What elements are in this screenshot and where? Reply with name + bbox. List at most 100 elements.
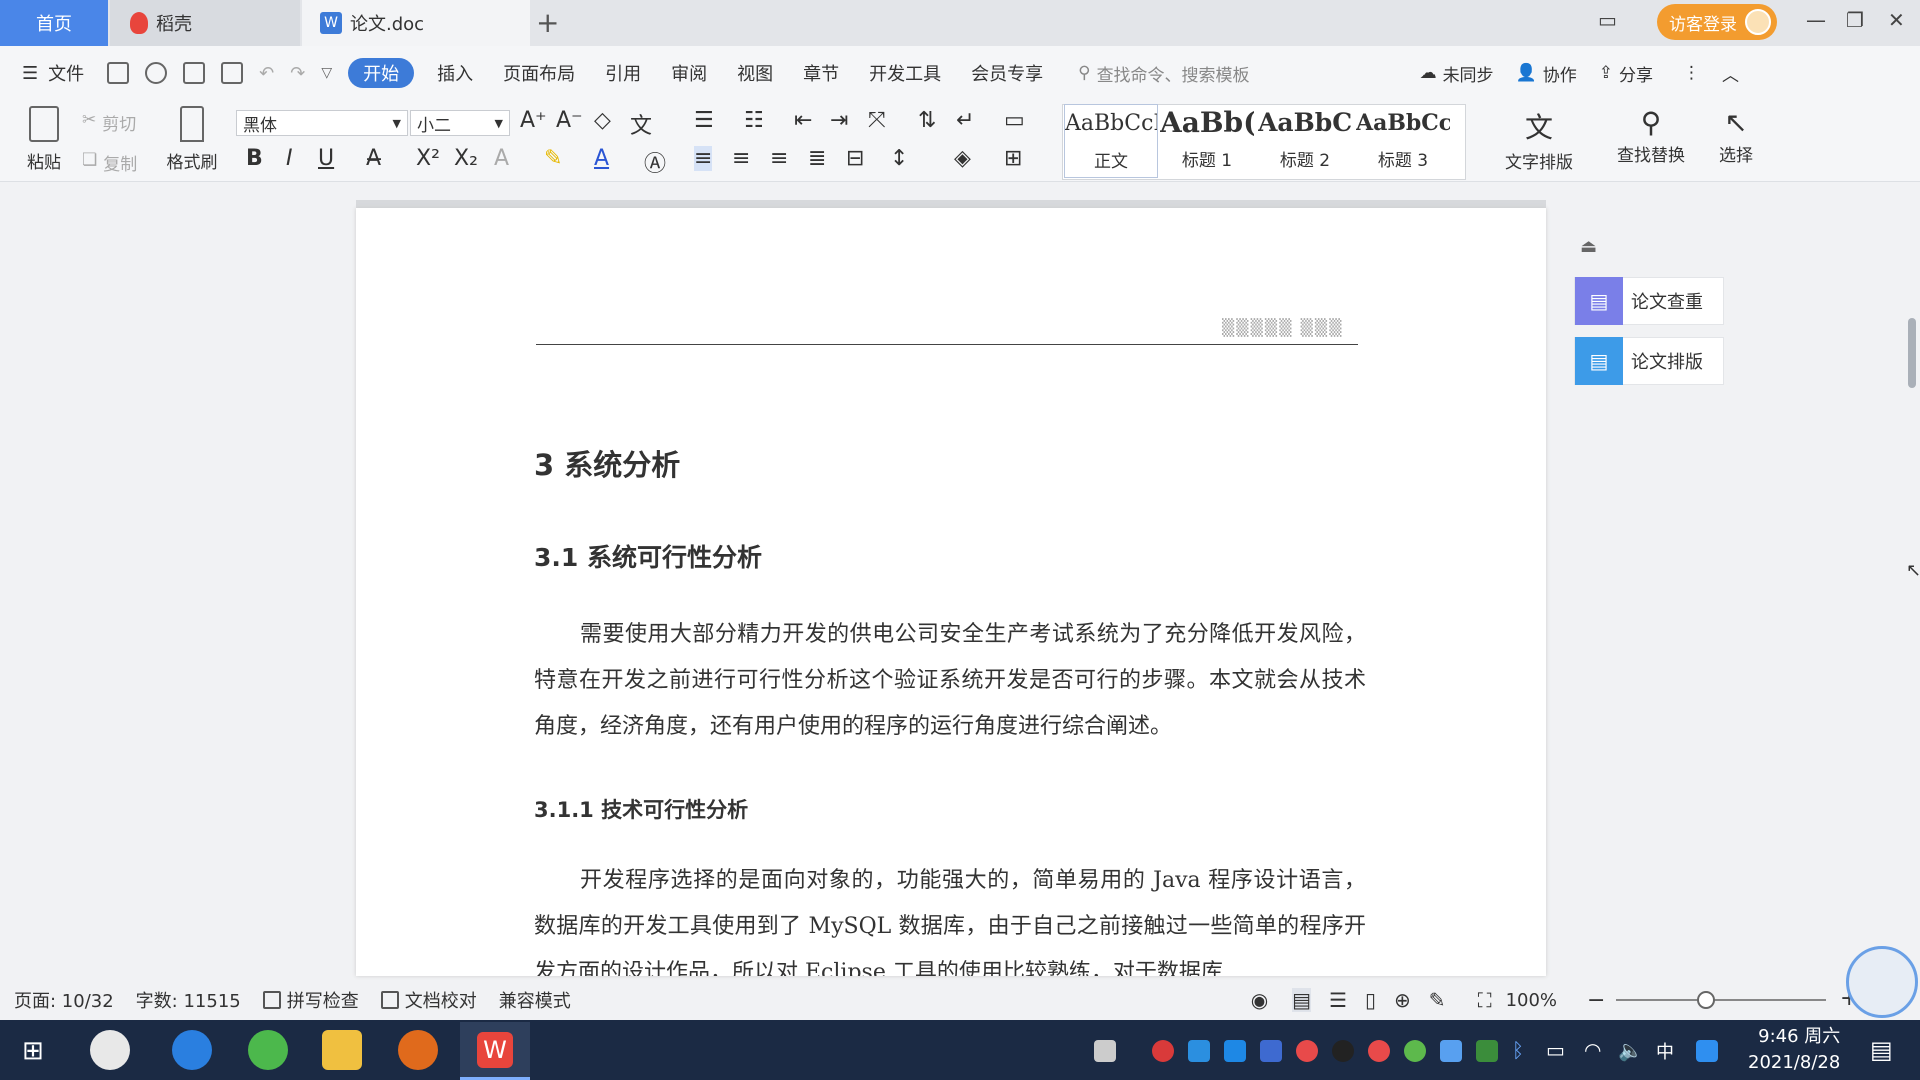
outline-view-icon[interactable]: ☰ — [1329, 988, 1347, 1012]
write-view-icon[interactable]: ✎ — [1429, 988, 1446, 1012]
tray-app-icon[interactable] — [1404, 1040, 1426, 1062]
wifi-icon[interactable]: ◠ — [1584, 1038, 1601, 1062]
highlight-icon[interactable]: ✎ — [544, 146, 562, 171]
tray-keyboard-icon[interactable] — [1094, 1040, 1116, 1062]
undo-icon[interactable]: ↶ — [259, 63, 274, 84]
tab-home[interactable]: 首页 — [0, 0, 108, 46]
bold-icon[interactable]: B — [246, 146, 263, 171]
reading-view-icon[interactable]: ▯ — [1365, 988, 1376, 1012]
tray-app-icon[interactable] — [1188, 1040, 1210, 1062]
menu-item-page-layout[interactable]: 页面布局 — [488, 58, 590, 88]
sort-icon[interactable]: ⇅ — [918, 108, 936, 133]
text-effect-icon[interactable]: A — [494, 146, 509, 171]
menu-item-chapter[interactable]: 章节 — [788, 58, 854, 88]
style-heading-3[interactable]: AaBbCcl 标题 3 — [1356, 104, 1450, 178]
sync-button[interactable]: ☁ 未同步 — [1420, 61, 1494, 86]
word-count[interactable]: 字数: 11515 — [136, 987, 241, 1013]
tray-app-icon[interactable] — [1440, 1040, 1462, 1062]
style-normal[interactable]: AaBbCcI 正文 — [1064, 104, 1158, 178]
eye-protection-icon[interactable]: ◉ — [1251, 988, 1268, 1012]
distribute-icon[interactable]: ⊟ — [846, 146, 864, 171]
paper-layout-button[interactable]: ▤ 论文排版 — [1574, 337, 1724, 385]
menu-item-member[interactable]: 会员专享 — [956, 58, 1058, 88]
paper-check-button[interactable]: ▤ 论文查重 — [1574, 277, 1724, 325]
media-app-icon[interactable] — [398, 1030, 438, 1070]
close-icon[interactable]: ✕ — [1888, 8, 1905, 32]
clear-format-icon[interactable]: ◇ — [594, 108, 611, 133]
strikethrough-icon[interactable]: A̶ — [366, 146, 381, 171]
menu-item-developer[interactable]: 开发工具 — [854, 58, 956, 88]
font-size-select[interactable]: 小二 ▼ — [410, 110, 510, 136]
justify-icon[interactable]: ≣ — [808, 146, 826, 171]
outdent-icon[interactable]: ⇤ — [794, 108, 812, 133]
font-family-select[interactable]: 黑体 ▼ — [236, 110, 408, 136]
command-search[interactable]: ⚲ 查找命令、搜索模板 — [1078, 61, 1249, 86]
style-heading-2[interactable]: AaBbC 标题 2 — [1258, 104, 1352, 178]
ime-indicator[interactable]: 中 — [1656, 1038, 1674, 1064]
tray-app-icon[interactable] — [1368, 1040, 1390, 1062]
layout-icon[interactable]: ▭ — [1598, 8, 1617, 32]
floating-assistant-icon[interactable] — [1846, 946, 1918, 1018]
login-button[interactable]: 访客登录 — [1657, 4, 1777, 40]
scrollbar-thumb[interactable] — [1908, 318, 1916, 388]
bullet-list-icon[interactable]: ☰ — [694, 108, 714, 133]
fit-page-icon[interactable]: ⛶ — [1478, 988, 1492, 1012]
shading-icon[interactable]: ◈ — [954, 146, 971, 171]
find-replace-button[interactable]: ⚲ 查找替换 — [1606, 106, 1696, 166]
tray-app-icon[interactable] — [1296, 1040, 1318, 1062]
notification-icon[interactable]: ▤ — [1870, 1036, 1893, 1064]
superscript-icon[interactable]: X² — [416, 146, 440, 171]
align-center-icon[interactable]: ≡ — [732, 146, 750, 171]
tray-nvidia-icon[interactable] — [1476, 1040, 1498, 1062]
style-heading-1[interactable]: AaBb(标题 1 — [1160, 104, 1254, 178]
clock[interactable]: 9:46 周六 2021/8/28 — [1748, 1024, 1840, 1076]
restore-icon[interactable]: ❐ — [1846, 8, 1864, 32]
phonetic-icon[interactable]: 文 — [630, 108, 652, 140]
tray-qq-icon[interactable] — [1332, 1040, 1354, 1062]
file-menu[interactable]: ☰ 文件 — [0, 58, 99, 88]
save-icon[interactable] — [107, 62, 130, 84]
char-border-icon[interactable]: Ⓐ — [644, 146, 666, 178]
tab-document[interactable]: W 论文.doc — [302, 0, 530, 46]
numbered-list-icon[interactable]: ☷ — [744, 108, 764, 133]
subscript-icon[interactable]: X₂ — [454, 146, 478, 171]
tray-shield-icon[interactable] — [1260, 1040, 1282, 1062]
align-left-icon[interactable]: ≡ — [694, 146, 713, 171]
menu-item-insert[interactable]: 插入 — [422, 58, 488, 88]
cut-button[interactable]: ✂ 剪切 — [82, 110, 136, 135]
line-spacing-icon[interactable]: ↕ — [890, 146, 908, 171]
windows-start-icon[interactable]: ⊞ — [22, 1036, 44, 1066]
new-tab-button[interactable]: + — [536, 6, 559, 39]
collab-button[interactable]: 👤 协作 — [1516, 61, 1577, 86]
app-icon[interactable] — [90, 1030, 130, 1070]
share-button[interactable]: ⇪ 分享 — [1599, 61, 1653, 86]
export-icon[interactable] — [145, 62, 168, 84]
italic-icon[interactable]: I — [286, 146, 293, 171]
show-marks-icon[interactable]: ↵ — [956, 108, 974, 133]
borders-icon[interactable]: ⊞ — [1004, 146, 1022, 171]
zoom-out-icon[interactable]: − — [1587, 988, 1605, 1013]
underline-icon[interactable]: U — [318, 146, 334, 171]
menu-item-review[interactable]: 审阅 — [656, 58, 722, 88]
collapse-panel-icon[interactable]: ⏏ — [1580, 236, 1597, 257]
zoom-select[interactable]: 100% — [1506, 990, 1557, 1011]
indent-icon[interactable]: ⇥ — [830, 108, 848, 133]
more-icon[interactable]: ⋮ — [1683, 63, 1700, 83]
tray-app-icon[interactable] — [1152, 1040, 1174, 1062]
volume-icon[interactable]: 🔈 — [1618, 1038, 1643, 1062]
tab-daoke[interactable]: 稻壳 — [110, 0, 300, 46]
grow-font-icon[interactable]: A⁺ — [520, 108, 547, 133]
print-icon[interactable] — [183, 62, 206, 84]
text-layout-button[interactable]: ⽂文字排版 — [1494, 106, 1584, 173]
menu-item-view[interactable]: 视图 — [722, 58, 788, 88]
bluetooth-icon[interactable]: ᛒ — [1512, 1038, 1524, 1062]
zoom-slider[interactable] — [1616, 999, 1826, 1001]
menu-item-references[interactable]: 引用 — [590, 58, 656, 88]
tray-app-icon[interactable] — [1696, 1040, 1718, 1062]
copy-button[interactable]: ❏ 复制 — [82, 150, 137, 175]
minimize-icon[interactable]: — — [1806, 8, 1826, 32]
shrink-font-icon[interactable]: A⁻ — [556, 108, 583, 133]
select-button[interactable]: ↖ 选择 — [1706, 106, 1766, 166]
chinese-layout-icon[interactable]: ⤧ — [868, 108, 886, 133]
paste-button[interactable]: 粘贴 — [16, 106, 72, 173]
